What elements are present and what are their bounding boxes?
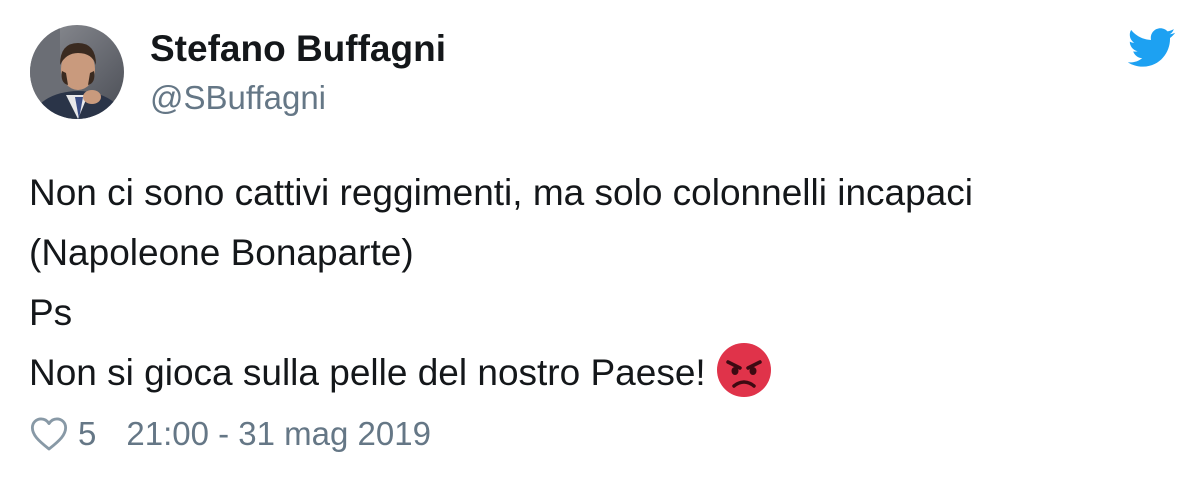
tweet-line: Ps (29, 292, 73, 333)
avatar-photo (30, 25, 124, 119)
avatar[interactable] (30, 25, 124, 119)
tweet-text: Non ci sono cattivi reggimenti, ma solo … (29, 163, 1169, 403)
heart-icon[interactable] (30, 416, 68, 452)
twitter-bird-icon[interactable] (1127, 28, 1176, 68)
tweet-meta: 5 21:00 - 31 mag 2019 (30, 413, 431, 455)
angry-face-icon (716, 343, 771, 398)
display-name[interactable]: Stefano Buffagni (150, 28, 446, 70)
tweet-timestamp[interactable]: 21:00 - 31 mag 2019 (126, 415, 431, 453)
tweet-line: (Napoleone Bonaparte) (29, 232, 414, 273)
tweet-card: Stefano Buffagni @SBuffagni Non ci sono … (0, 0, 1200, 487)
tweet-line: Non ci sono cattivi reggimenti, ma solo … (29, 172, 973, 213)
tweet-line-last: Non si gioca sulla pelle del nostro Paes… (29, 343, 1169, 403)
like-count: 5 (78, 415, 97, 452)
user-handle[interactable]: @SBuffagni (150, 79, 326, 117)
tweet-line-text: Non si gioca sulla pelle del nostro Paes… (29, 352, 706, 393)
